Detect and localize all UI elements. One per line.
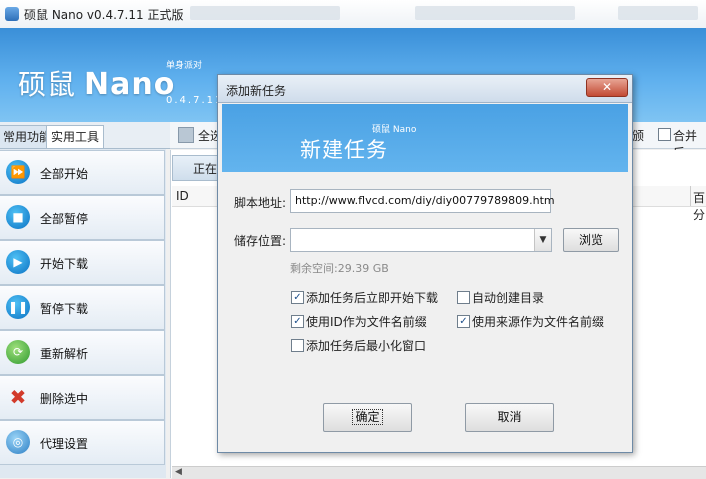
sidebar-item-delete-selected[interactable]: ✖ 删除选中 (0, 375, 165, 420)
stop-icon: ■ (6, 205, 30, 229)
script-url-input[interactable]: http://www.flvcd.com/diy/diy00779789809.… (290, 189, 555, 213)
option-source-prefix-label[interactable]: 使用来源作为文件名前缀 (472, 313, 604, 330)
app-version: 0.4.7.11 (166, 95, 224, 106)
option-auto-create-dir-label[interactable]: 自动创建目录 (472, 289, 544, 306)
sidebar-item-label: 开始下载 (40, 257, 89, 271)
sidebar-item-label: 全部暂停 (40, 212, 89, 226)
select-all-icon[interactable] (178, 127, 194, 143)
scroll-left-icon[interactable]: ◀ (175, 467, 182, 477)
save-location-select[interactable]: ▼ (290, 228, 552, 252)
sidebar-item-label: 代理设置 (40, 437, 89, 451)
option-id-prefix-checkbox[interactable]: ✓ (291, 315, 304, 328)
app-tagline: 单身派对 (166, 61, 203, 71)
sidebar-item-start-download[interactable]: ▶ 开始下载 (0, 240, 165, 285)
toolbar-partial-label: 颁 (632, 129, 645, 143)
sidebar: ⏩ 全部开始 ■ 全部暂停 ▶ 开始下载 ❚❚ 暂停下载 ⟳ 重新解析 ✖ 删除… (0, 149, 166, 478)
sidebar-item-pause-all[interactable]: ■ 全部暂停 (0, 195, 165, 240)
sidebar-item-proxy-settings[interactable]: ◎ 代理设置 (0, 420, 165, 465)
app-logo: 硕鼠 Nano (18, 67, 176, 102)
option-id-prefix-label[interactable]: 使用ID作为文件名前缀 (306, 313, 427, 330)
option-start-immediately-label[interactable]: 添加任务后立即开始下载 (306, 289, 438, 306)
pause-icon: ❚❚ (6, 295, 30, 319)
browse-button[interactable]: 浏览 (563, 228, 619, 252)
option-minimize-label[interactable]: 添加任务后最小化窗口 (306, 337, 426, 354)
fast-forward-icon: ⏩ (6, 160, 30, 184)
delete-icon: ✖ (9, 385, 27, 409)
column-divider (690, 186, 691, 206)
window-title-bar: 硕鼠 Nano v0.4.7.11 正式版 (0, 0, 706, 29)
refresh-icon: ⟳ (6, 340, 30, 364)
dialog-title: 添加新任务 (226, 84, 287, 98)
app-icon (5, 7, 19, 21)
tab-practical-tools[interactable]: 实用工具 (46, 125, 105, 148)
ok-button[interactable]: 确定 (323, 403, 412, 432)
dialog-banner: 硕鼠 Nano 新建任务 (222, 104, 628, 172)
add-task-dialog: 添加新任务 ✕ 硕鼠 Nano 新建任务 脚本地址: http://www.fl… (217, 74, 633, 453)
merge-checkbox[interactable] (658, 128, 671, 141)
dialog-banner-title: 新建任务 (300, 138, 388, 162)
sidebar-item-label: 重新解析 (40, 347, 89, 361)
dialog-close-button[interactable]: ✕ (586, 78, 628, 97)
ok-button-label: 确定 (352, 409, 383, 425)
sidebar-item-reparse[interactable]: ⟳ 重新解析 (0, 330, 165, 375)
blurred-browser-tab[interactable] (190, 6, 340, 20)
sidebar-item-start-all[interactable]: ⏩ 全部开始 (0, 150, 165, 195)
free-space-text: 剩余空间:29.39 GB (290, 262, 389, 275)
chevron-down-icon[interactable]: ▼ (534, 229, 551, 251)
option-source-prefix-checkbox[interactable]: ✓ (457, 315, 470, 328)
window-title: 硕鼠 Nano v0.4.7.11 正式版 (24, 8, 184, 22)
close-icon: ✕ (601, 80, 613, 94)
sidebar-item-label: 删除选中 (40, 392, 89, 406)
save-location-label: 储存位置: (234, 234, 287, 248)
script-url-label: 脚本地址: (234, 196, 287, 210)
dialog-title-bar: 添加新任务 ✕ (218, 75, 632, 103)
left-tab-bar: 常用功能 实用工具 (0, 122, 170, 149)
blurred-browser-tab[interactable] (618, 6, 698, 20)
column-id[interactable]: ID (176, 189, 189, 203)
option-minimize-checkbox[interactable] (291, 339, 304, 352)
sidebar-item-label: 暂停下载 (40, 302, 89, 316)
sidebar-item-label: 全部开始 (40, 167, 89, 181)
play-icon: ▶ (6, 250, 30, 274)
cancel-button[interactable]: 取消 (465, 403, 554, 432)
column-percent[interactable]: 百分 (693, 189, 706, 223)
globe-icon: ◎ (6, 430, 30, 454)
sidebar-item-pause-download[interactable]: ❚❚ 暂停下载 (0, 285, 165, 330)
option-auto-create-dir-checkbox[interactable] (457, 291, 470, 304)
option-start-immediately-checkbox[interactable]: ✓ (291, 291, 304, 304)
blurred-browser-tab[interactable] (415, 6, 575, 20)
horizontal-scrollbar[interactable]: ◀ (172, 466, 706, 479)
